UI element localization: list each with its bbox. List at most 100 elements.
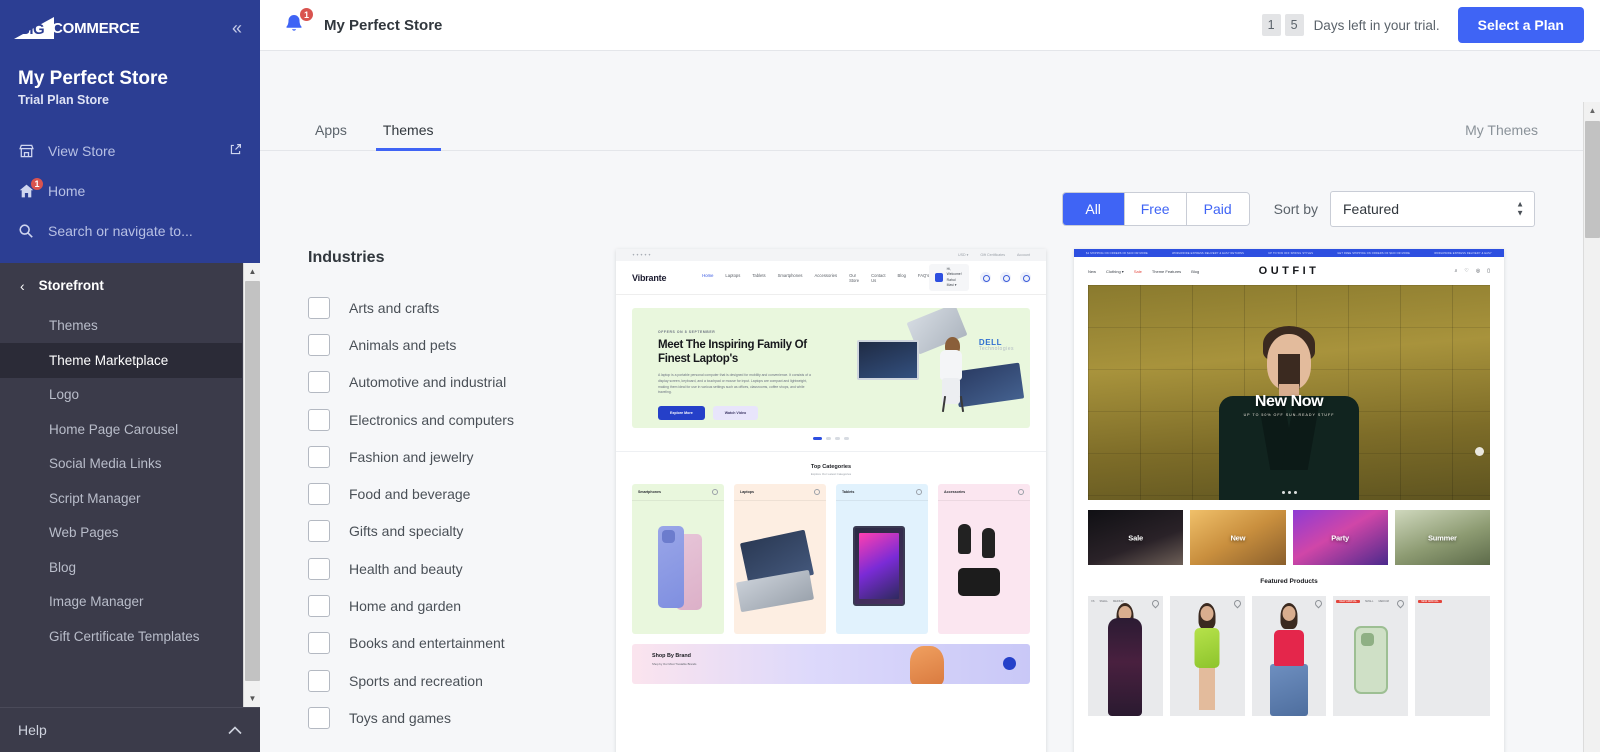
industry-checkbox-gifts-and-specialty[interactable]: Gifts and specialty [308, 513, 616, 550]
industry-checkbox-toys-and-games[interactable]: Toys and games [308, 699, 616, 736]
category-tile-party: Party [1292, 510, 1388, 565]
sidebar-item-search[interactable]: Search or navigate to... [0, 211, 260, 251]
checkbox-icon[interactable] [308, 557, 330, 580]
sidebar-item-theme-marketplace[interactable]: Theme Marketplace [0, 343, 242, 378]
tile-header: Tablets [836, 484, 928, 501]
sidebar-section-title: Storefront [38, 278, 104, 294]
scroll-up-arrow-icon[interactable]: ▲ [244, 262, 260, 280]
industry-checkbox-automotive-and-industrial[interactable]: Automotive and industrial [308, 364, 616, 401]
size-tag: SMALL [1364, 600, 1374, 603]
sidebar-quick-links: View Store 1 Home Search or navigate to.… [0, 125, 260, 263]
sidebar-item-script-manager[interactable]: Script Manager [0, 481, 242, 516]
tab-apps[interactable]: Apps [308, 122, 354, 150]
industry-checkbox-food-and-beverage[interactable]: Food and beverage [308, 475, 616, 512]
theme-card-grid: ✦ ✦ ✦ ✦ ✦ USD ▾ Gift Certificates Accoun… [616, 249, 1504, 752]
sidebar-nav-label: Themes [49, 318, 98, 334]
industry-label: Books and entertainment [349, 635, 505, 652]
checkbox-icon[interactable] [308, 706, 330, 729]
outfit-featured-products-title: Featured Products [1260, 578, 1318, 585]
carousel-dot [835, 437, 840, 440]
model-head [1200, 606, 1214, 621]
product-size-tags: NEW ARRIVAL [1418, 600, 1487, 603]
sidebar-item-home-page-carousel[interactable]: Home Page Carousel [0, 412, 242, 447]
checkbox-icon[interactable] [308, 669, 330, 692]
sidebar-nav-label: Gift Certificate Templates [49, 628, 200, 644]
checkbox-icon[interactable] [308, 595, 330, 618]
industry-checkbox-electronics-and-computers[interactable]: Electronics and computers [308, 401, 616, 438]
marketplace-body: Industries Arts and crafts Animals and p… [260, 227, 1583, 752]
scroll-down-arrow-icon[interactable]: ▼ [244, 690, 260, 707]
sidebar-item-web-pages[interactable]: Web Pages [0, 516, 242, 551]
sidebar-item-logo[interactable]: Logo [0, 378, 242, 413]
top-header-bar: 1 My Perfect Store 1 5 Days left in your… [260, 0, 1600, 51]
scroll-up-arrow-icon[interactable]: ▲ [1584, 102, 1600, 119]
outfit-announcement-bar: $1 SHIPPING ON ORDERS OF $100 OR MORE WO… [1074, 249, 1504, 257]
product-card-maxi-dress: XS SMALL MEDIUM [1088, 596, 1163, 716]
outfit-carousel-dots [1088, 491, 1490, 494]
checkbox-icon[interactable] [308, 296, 330, 319]
tab-themes[interactable]: Themes [375, 122, 441, 151]
sort-by-select[interactable]: Featured [1330, 191, 1535, 227]
theme-card-vibrante[interactable]: ✦ ✦ ✦ ✦ ✦ USD ▾ Gift Certificates Accoun… [616, 249, 1046, 752]
carousel-dot-active [813, 437, 822, 440]
notification-bell-icon[interactable]: 1 [282, 7, 314, 38]
sidebar-item-home[interactable]: 1 Home [0, 171, 260, 211]
tile-label: Sale [1128, 533, 1143, 542]
main-scrollbar[interactable]: ▲ [1583, 102, 1600, 752]
cart-icon [1020, 272, 1032, 283]
product-size-tags: NEW ARRIVAL SMALL MEDIUM [1336, 600, 1405, 603]
wishlist-heart-icon [1232, 598, 1243, 609]
trial-days-text: Days left in your trial. [1313, 17, 1440, 33]
checkbox-icon[interactable] [308, 483, 330, 506]
trial-status-group: 1 5 Days left in your trial. Select a Pl… [1261, 7, 1584, 43]
theme-card-outfit[interactable]: $1 SHIPPING ON ORDERS OF $100 OR MORE WO… [1074, 249, 1504, 752]
industry-checkbox-health-and-beauty[interactable]: Health and beauty [308, 550, 616, 587]
earbud-right [982, 527, 995, 558]
sidebar-nav-label: Web Pages [49, 525, 119, 541]
filter-free-button[interactable]: Free [1124, 193, 1187, 225]
sidebar-item-view-store[interactable]: View Store [0, 131, 260, 171]
industry-checkbox-books-and-entertainment[interactable]: Books and entertainment [308, 625, 616, 662]
sidebar-item-image-manager[interactable]: Image Manager [0, 585, 242, 620]
industry-checkbox-arts-and-crafts[interactable]: Arts and crafts [308, 289, 616, 326]
select-a-plan-button[interactable]: Select a Plan [1457, 7, 1584, 43]
sidebar-scrollbar-thumb[interactable] [245, 280, 260, 681]
industry-checkbox-sports-and-recreation[interactable]: Sports and recreation [308, 662, 616, 699]
main-scrollbar-thumb[interactable] [1585, 121, 1600, 238]
collapse-sidebar-icon[interactable]: « [232, 19, 242, 37]
category-tile-sale: Sale [1088, 510, 1184, 565]
industry-checkbox-home-and-garden[interactable]: Home and garden [308, 587, 616, 624]
industry-checkbox-animals-and-pets[interactable]: Animals and pets [308, 326, 616, 363]
chevron-up-icon[interactable] [228, 722, 242, 738]
sidebar-item-blog[interactable]: Blog [0, 550, 242, 585]
checkbox-icon[interactable] [308, 408, 330, 431]
account-icon: ◎ [1475, 268, 1481, 274]
sidebar-search-label: Search or navigate to... [48, 222, 193, 239]
filter-all-button[interactable]: All [1062, 193, 1125, 225]
search-icon: ⌕ [1454, 268, 1458, 274]
sidebar-item-social-media-links[interactable]: Social Media Links [0, 447, 242, 482]
checkbox-icon[interactable] [308, 333, 330, 356]
checkbox-icon[interactable] [308, 632, 330, 655]
sidebar-scrollbar[interactable]: ▲ ▼ [243, 262, 260, 707]
category-tile-new: New [1190, 510, 1286, 565]
sidebar-nav-list: ‹ Storefront Themes Theme Marketplace Lo… [0, 263, 260, 654]
category-tiles: Smartphones Laptops Tablets Accessories [616, 476, 1046, 634]
sidebar-item-gift-certificate-templates[interactable]: Gift Certificate Templates [0, 619, 242, 654]
sidebar-help-footer[interactable]: Help [0, 707, 260, 752]
category-tile-smartphones: Smartphones [632, 483, 724, 634]
filter-paid-button[interactable]: Paid [1186, 193, 1249, 225]
industry-label: Automotive and industrial [349, 374, 507, 391]
sidebar-item-themes[interactable]: Themes [0, 309, 242, 344]
checkbox-icon[interactable] [308, 520, 330, 543]
sidebar-back-storefront[interactable]: ‹ Storefront [0, 263, 242, 309]
bigcommerce-logo[interactable]: BIG COMMERCE [14, 15, 140, 41]
industry-label: Gifts and specialty [349, 523, 464, 540]
my-themes-link[interactable]: My Themes [1465, 122, 1538, 150]
industry-checkbox-fashion-and-jewelry[interactable]: Fashion and jewelry [308, 438, 616, 475]
checkbox-icon[interactable] [308, 445, 330, 468]
blue-jeans [1269, 664, 1308, 716]
checkbox-icon[interactable] [308, 371, 330, 394]
logo-big-text: BIG [19, 21, 45, 38]
size-tag: SMALL [1099, 600, 1108, 603]
